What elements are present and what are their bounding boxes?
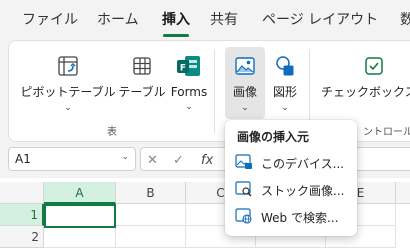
insert-picture-menu: 画像の挿入元 このデバイス... ストック画像... Web で検索... xyxy=(225,120,357,236)
chevron-down-icon: ⌄ xyxy=(121,152,129,162)
menu-item-stock-images[interactable]: ストック画像... xyxy=(229,176,353,202)
stock-images-icon xyxy=(235,181,252,197)
device-picture-icon xyxy=(235,154,252,169)
group-label-tables: 表 xyxy=(107,127,117,138)
checkbox-icon xyxy=(365,57,383,75)
tab-share[interactable]: 共有 xyxy=(210,9,238,29)
ribbon-separator xyxy=(214,49,215,133)
column-header-a[interactable]: A xyxy=(44,182,116,204)
column-header-b[interactable]: B xyxy=(116,182,186,204)
row-header-1[interactable]: 1 xyxy=(0,204,44,226)
pivot-table-icon xyxy=(58,56,78,76)
picture-icon xyxy=(235,57,255,75)
menu-header: 画像の挿入元 xyxy=(237,130,310,144)
tab-home[interactable]: ホーム xyxy=(97,9,139,29)
tab-page-layout[interactable]: ページ レイアウト xyxy=(262,9,378,29)
table-button[interactable]: テーブル xyxy=(117,55,167,100)
menu-item-web-search[interactable]: Web で検索... xyxy=(229,203,353,229)
excel-window: ファイル ホーム 挿入 共有 ページ レイアウト 数 ピボットテーブル ⌄ テー… xyxy=(0,0,410,252)
chevron-down-icon: ⌄ xyxy=(281,103,289,113)
active-tab-indicator xyxy=(163,34,189,37)
group-label-controls: ントロール xyxy=(363,127,410,138)
cell[interactable] xyxy=(44,226,116,248)
table-icon xyxy=(133,57,151,75)
name-box[interactable]: A1 ⌄ xyxy=(8,147,136,171)
chevron-down-icon: ⌄ xyxy=(185,102,193,112)
forms-icon: F xyxy=(177,56,200,76)
cancel-icon[interactable]: ✕ xyxy=(147,153,158,168)
tab-formulas[interactable]: 数 xyxy=(400,9,410,29)
active-cell-a1[interactable] xyxy=(44,204,116,228)
svg-text:F: F xyxy=(180,64,186,74)
row-header-2[interactable]: 2 xyxy=(0,226,44,248)
cell[interactable] xyxy=(116,204,186,226)
chevron-down-icon: ⌄ xyxy=(64,103,72,113)
shapes-icon xyxy=(276,56,294,76)
chevron-down-icon: ⌄ xyxy=(241,103,249,113)
menu-item-this-device[interactable]: このデバイス... xyxy=(229,149,353,175)
web-search-icon xyxy=(235,208,252,224)
picture-button[interactable]: 画像 ⌄ xyxy=(225,55,265,113)
fx-icon[interactable]: fx xyxy=(201,153,213,168)
menu-tabs: ファイル ホーム 挿入 共有 ページ レイアウト 数 xyxy=(0,0,410,40)
pivot-table-button[interactable]: ピボットテーブル ⌄ xyxy=(19,55,117,113)
forms-button[interactable]: F Forms ⌄ xyxy=(169,55,209,112)
checkbox-button[interactable]: チェックボックス xyxy=(321,55,410,100)
tab-insert[interactable]: 挿入 xyxy=(162,9,190,29)
check-icon[interactable]: ✓ xyxy=(173,153,184,168)
select-all-corner[interactable] xyxy=(0,182,44,204)
column-header-f[interactable]: F xyxy=(396,182,410,204)
cell[interactable] xyxy=(116,226,186,248)
tab-file[interactable]: ファイル xyxy=(22,9,78,29)
shapes-button[interactable]: 図形 ⌄ xyxy=(267,55,303,113)
